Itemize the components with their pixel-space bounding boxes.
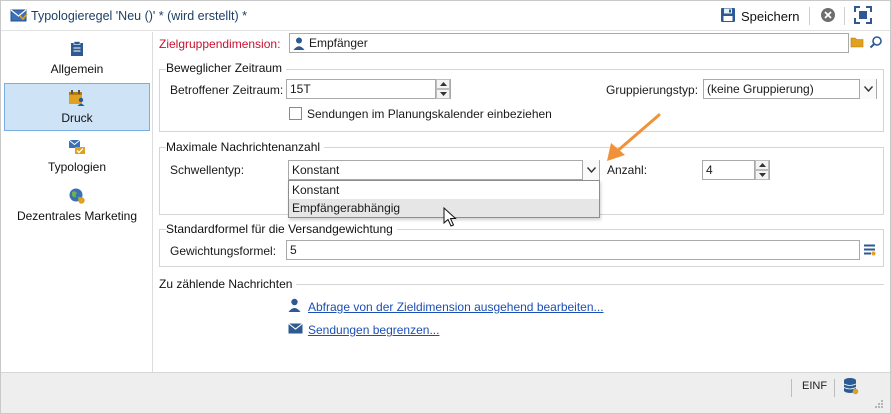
spin-up-button[interactable] bbox=[436, 79, 450, 89]
count-stepper[interactable]: 4 bbox=[702, 160, 770, 180]
planning-calendar-checkbox[interactable] bbox=[289, 107, 302, 120]
spin-up-button[interactable] bbox=[755, 160, 769, 170]
spin-down-button[interactable] bbox=[755, 170, 769, 180]
envelope-rule-icon bbox=[10, 7, 28, 26]
sidebar-item-label: Dezentrales Marketing bbox=[16, 209, 138, 223]
sidebar-item-decentralized-marketing[interactable]: Dezentrales Marketing bbox=[4, 182, 150, 230]
input-mode-indicator: EINF bbox=[802, 380, 828, 392]
sidebar-item-label: Druck bbox=[61, 111, 93, 125]
toolbar-separator bbox=[809, 7, 810, 25]
typology-icon bbox=[4, 137, 150, 157]
sidebar-item-general[interactable]: Allgemein bbox=[4, 35, 150, 83]
resize-grip-icon[interactable] bbox=[874, 398, 884, 412]
period-spin-buttons bbox=[435, 79, 450, 99]
grouping-type-label: Gruppierungstyp: bbox=[606, 83, 699, 97]
weighting-formula-input[interactable]: 5 bbox=[286, 240, 860, 260]
threshold-type-select[interactable]: Konstant bbox=[288, 160, 600, 180]
calendar-user-icon bbox=[5, 88, 149, 108]
messages-group-title: Zu zählende Nachrichten bbox=[159, 277, 297, 291]
spin-down-button[interactable] bbox=[436, 89, 450, 99]
threshold-type-label: Schwellentyp: bbox=[170, 163, 245, 177]
status-separator bbox=[834, 379, 835, 397]
limit-deliveries-link[interactable]: Sendungen begrenzen... bbox=[308, 323, 439, 337]
dropdown-option[interactable]: Konstant bbox=[289, 181, 599, 199]
target-dimension-field[interactable]: Empfänger bbox=[289, 33, 849, 53]
chevron-down-icon bbox=[582, 160, 599, 180]
grouping-type-select[interactable]: (keine Gruppierung) bbox=[703, 79, 877, 99]
annotation-arrow-icon bbox=[607, 113, 661, 161]
user-icon bbox=[288, 298, 301, 315]
floppy-disk-icon bbox=[720, 7, 736, 26]
clipboard-icon bbox=[4, 39, 150, 59]
sidebar-item-label: Typologien bbox=[47, 160, 107, 174]
save-button-label: Speichern bbox=[741, 8, 800, 24]
status-separator bbox=[791, 379, 792, 397]
envelope-icon bbox=[288, 323, 303, 337]
maximize-button[interactable] bbox=[853, 5, 873, 27]
target-dimension-value: Empfänger bbox=[309, 36, 368, 50]
search-icon[interactable] bbox=[869, 35, 883, 52]
sidebar-item-typologies[interactable]: Typologien bbox=[4, 133, 150, 181]
form-content: Zielgruppendimension: Empfänger Beweglic… bbox=[154, 32, 889, 372]
cancel-button[interactable] bbox=[818, 6, 838, 26]
period-group-title: Beweglicher Zeitraum bbox=[166, 61, 287, 75]
toolbar-separator bbox=[844, 7, 845, 25]
count-spin-buttons bbox=[754, 160, 769, 180]
database-icon bbox=[843, 377, 859, 398]
folder-icon[interactable] bbox=[850, 35, 864, 52]
chevron-down-icon bbox=[859, 79, 876, 99]
target-dimension-label: Zielgruppendimension: bbox=[159, 37, 281, 51]
period-value: 15T bbox=[290, 82, 311, 96]
edit-query-link[interactable]: Abfrage von der Zieldimension ausgehend … bbox=[308, 300, 604, 314]
sidebar-item-label: Allgemein bbox=[50, 62, 104, 76]
title-bar: Typologieregel 'Neu ()' * (wird erstellt… bbox=[1, 1, 890, 31]
grouping-type-value: (keine Gruppierung) bbox=[707, 82, 814, 96]
window-title: Typologieregel 'Neu ()' * (wird erstellt… bbox=[31, 9, 247, 23]
weighting-group-title: Standardformel für die Versandgewichtung bbox=[166, 222, 397, 236]
user-icon bbox=[293, 37, 305, 50]
count-value: 4 bbox=[706, 163, 713, 177]
formula-editor-icon[interactable] bbox=[863, 243, 876, 259]
sidebar-item-print[interactable]: Druck bbox=[4, 83, 150, 131]
max-messages-group-title: Maximale Nachrichtenanzahl bbox=[166, 140, 325, 154]
period-stepper[interactable]: 15T bbox=[286, 79, 451, 99]
maximize-icon bbox=[854, 5, 872, 27]
planning-calendar-checkbox-label: Sendungen im Planungskalender einbeziehe… bbox=[307, 107, 552, 121]
weighting-formula-label: Gewichtungsformel: bbox=[170, 244, 277, 258]
period-label: Betroffener Zeitraum: bbox=[170, 83, 284, 97]
sidebar: Allgemein Druck Typologien Dezentrales M… bbox=[1, 32, 153, 372]
close-circle-icon bbox=[820, 7, 836, 26]
status-bar: EINF bbox=[1, 372, 890, 413]
threshold-type-value: Konstant bbox=[292, 163, 340, 177]
typology-rule-window: Typologieregel 'Neu ()' * (wird erstellt… bbox=[0, 0, 891, 414]
mouse-pointer-icon bbox=[443, 207, 457, 227]
weighting-formula-value: 5 bbox=[290, 243, 297, 257]
save-button[interactable]: Speichern bbox=[716, 5, 804, 27]
globe-icon bbox=[4, 186, 150, 206]
